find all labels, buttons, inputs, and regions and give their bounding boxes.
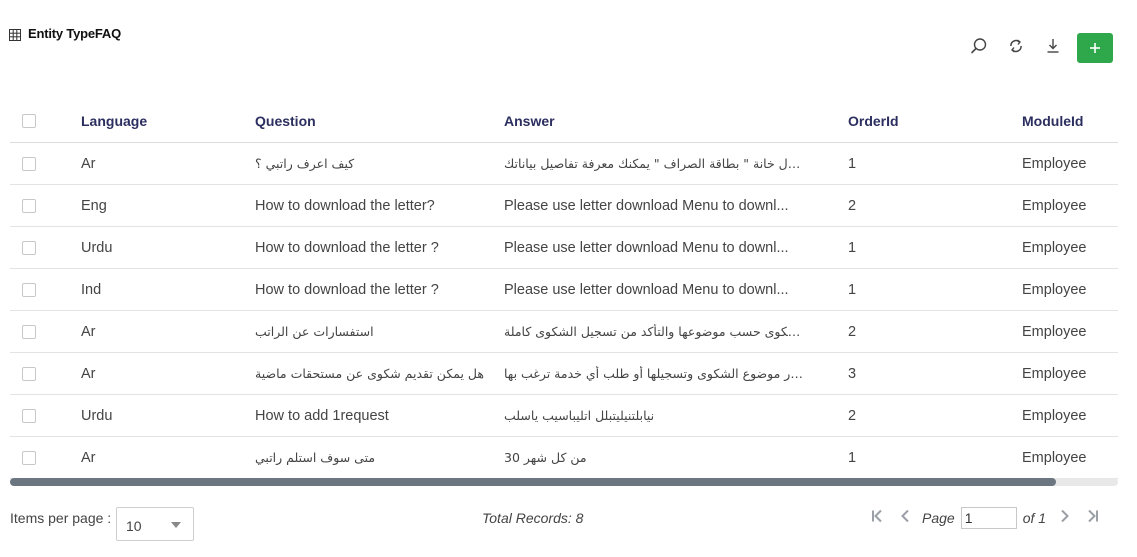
cell-module: Employee — [1022, 142, 1118, 185]
cell-module: Employee — [1022, 268, 1118, 311]
cell-order: 1 — [848, 142, 1022, 185]
table-header-row: Language Question Answer OrderId ModuleI… — [10, 100, 1118, 143]
table-row[interactable]: Ar متى سوف استلم راتبي من كل شهر 30 1 Em… — [10, 436, 1118, 479]
download-icon — [1044, 37, 1062, 60]
cell-order: 1 — [848, 226, 1022, 269]
page-title: Entity TypeFAQ — [28, 26, 122, 41]
row-checkbox[interactable] — [22, 324, 36, 339]
scrollbar-thumb[interactable] — [10, 478, 1056, 486]
column-header-moduleid[interactable]: ModuleId — [1022, 100, 1118, 143]
table-footer: Items per page : 10 Total Records: 8 Pag… — [0, 496, 1137, 557]
cell-language: Ar — [81, 436, 255, 479]
chevron-left-icon — [899, 508, 911, 529]
plus-icon — [1089, 42, 1101, 54]
last-page-button[interactable] — [1082, 507, 1104, 529]
table-row[interactable]: Eng How to download the letter? Please u… — [10, 184, 1118, 227]
cell-module: Employee — [1022, 310, 1118, 353]
cell-order: 1 — [848, 436, 1022, 479]
cell-language: Ind — [81, 268, 255, 311]
cell-answer: Please use letter download Menu to downl… — [504, 197, 789, 214]
first-page-button[interactable] — [866, 507, 888, 529]
cell-module: Employee — [1022, 352, 1118, 395]
faq-table: Language Question Answer OrderId ModuleI… — [10, 100, 1118, 479]
cell-language: Eng — [81, 184, 255, 227]
row-checkbox[interactable] — [22, 366, 36, 381]
cell-module: Employee — [1022, 226, 1118, 269]
grid-icon — [9, 28, 21, 41]
cell-order: 2 — [848, 310, 1022, 353]
cell-answer: من كل شهر 30 — [504, 450, 587, 466]
column-header-question[interactable]: Question — [255, 100, 504, 143]
row-checkbox[interactable] — [22, 450, 36, 465]
cell-language: Ar — [81, 142, 255, 185]
cell-question: متى سوف استلم راتبي — [255, 436, 504, 479]
cell-answer: نيابلتنيليتبلل اتليباسيب ياسلب — [504, 408, 655, 424]
cell-order: 1 — [848, 268, 1022, 311]
row-checkbox[interactable] — [22, 282, 36, 297]
cell-order: 3 — [848, 352, 1022, 395]
select-all-cell — [10, 100, 81, 143]
row-checkbox[interactable] — [22, 156, 36, 171]
cell-question: How to download the letter? — [255, 184, 504, 227]
cell-language: Urdu — [81, 394, 255, 437]
search-button[interactable] — [965, 37, 993, 59]
column-header-answer[interactable]: Answer — [504, 100, 848, 143]
cell-module: Employee — [1022, 436, 1118, 479]
title-bar: Entity TypeFAQ — [9, 26, 121, 41]
search-icon — [970, 37, 988, 60]
row-checkbox[interactable] — [22, 198, 36, 213]
cell-answer: يتم تصنيف الشكوى حسب موضوعها والتأكد من … — [504, 324, 804, 340]
chevron-right-icon — [1059, 508, 1071, 529]
next-page-button[interactable] — [1054, 507, 1076, 529]
table-row[interactable]: Ar استفسارات عن الراتب يتم تصنيف الشكوى … — [10, 310, 1118, 353]
prev-page-button[interactable] — [894, 507, 916, 529]
cell-language: Urdu — [81, 226, 255, 269]
last-page-icon — [1086, 508, 1100, 529]
page-label: Page — [922, 510, 955, 526]
caret-down-icon — [171, 522, 181, 528]
total-records: Total Records: 8 — [482, 510, 584, 526]
download-button[interactable] — [1039, 37, 1067, 59]
cell-question: هل يمكن تقديم شكوى عن مستحقات ماضية — [255, 352, 504, 395]
table-row[interactable]: Urdu How to add 1request نيابلتنيليتبلل … — [10, 394, 1118, 437]
cell-answer: يمكنك اختيار موضوع الشكوى وتسجيلها أو طل… — [504, 366, 804, 382]
toolbar — [956, 33, 1113, 63]
refresh-icon — [1007, 37, 1025, 60]
table-row[interactable]: Ind How to download the letter ? Please … — [10, 268, 1118, 311]
cell-question: How to download the letter ? — [255, 268, 504, 311]
page-input[interactable] — [960, 507, 1017, 529]
column-header-orderid[interactable]: OrderId — [848, 100, 1022, 143]
cell-answer: من خلال خانة " بطاقة الصراف " يمكنك معرف… — [504, 156, 804, 172]
column-header-language[interactable]: Language — [81, 100, 255, 143]
table-row[interactable]: Ar كيف اعرف راتبي ؟ من خلال خانة " بطاقة… — [10, 142, 1118, 185]
cell-question: كيف اعرف راتبي ؟ — [255, 142, 504, 185]
items-per-page-select[interactable]: 10 — [116, 507, 194, 541]
cell-answer: Please use letter download Menu to downl… — [504, 239, 789, 256]
cell-language: Ar — [81, 352, 255, 395]
add-button[interactable] — [1077, 33, 1113, 63]
table-row[interactable]: Ar هل يمكن تقديم شكوى عن مستحقات ماضية ي… — [10, 352, 1118, 395]
cell-question: استفسارات عن الراتب — [255, 310, 504, 353]
cell-answer: Please use letter download Menu to downl… — [504, 281, 789, 298]
cell-order: 2 — [848, 394, 1022, 437]
cell-module: Employee — [1022, 394, 1118, 437]
refresh-button[interactable] — [1002, 37, 1030, 59]
row-checkbox[interactable] — [22, 408, 36, 423]
cell-module: Employee — [1022, 184, 1118, 227]
row-checkbox[interactable] — [22, 240, 36, 255]
pagination: Page of 1 — [866, 505, 1110, 531]
first-page-icon — [870, 508, 884, 529]
cell-question: How to download the letter ? — [255, 226, 504, 269]
items-per-page-label: Items per page : — [10, 510, 112, 526]
page-of-label: of 1 — [1022, 510, 1047, 526]
cell-order: 2 — [848, 184, 1022, 227]
select-all-checkbox[interactable] — [22, 114, 36, 128]
cell-question: How to add 1request — [255, 394, 504, 437]
page-header: Entity TypeFAQ — [0, 0, 1137, 90]
table-row[interactable]: Urdu How to download the letter ? Please… — [10, 226, 1118, 269]
horizontal-scrollbar[interactable] — [10, 478, 1118, 486]
cell-language: Ar — [81, 310, 255, 353]
items-per-page-value: 10 — [126, 518, 142, 534]
